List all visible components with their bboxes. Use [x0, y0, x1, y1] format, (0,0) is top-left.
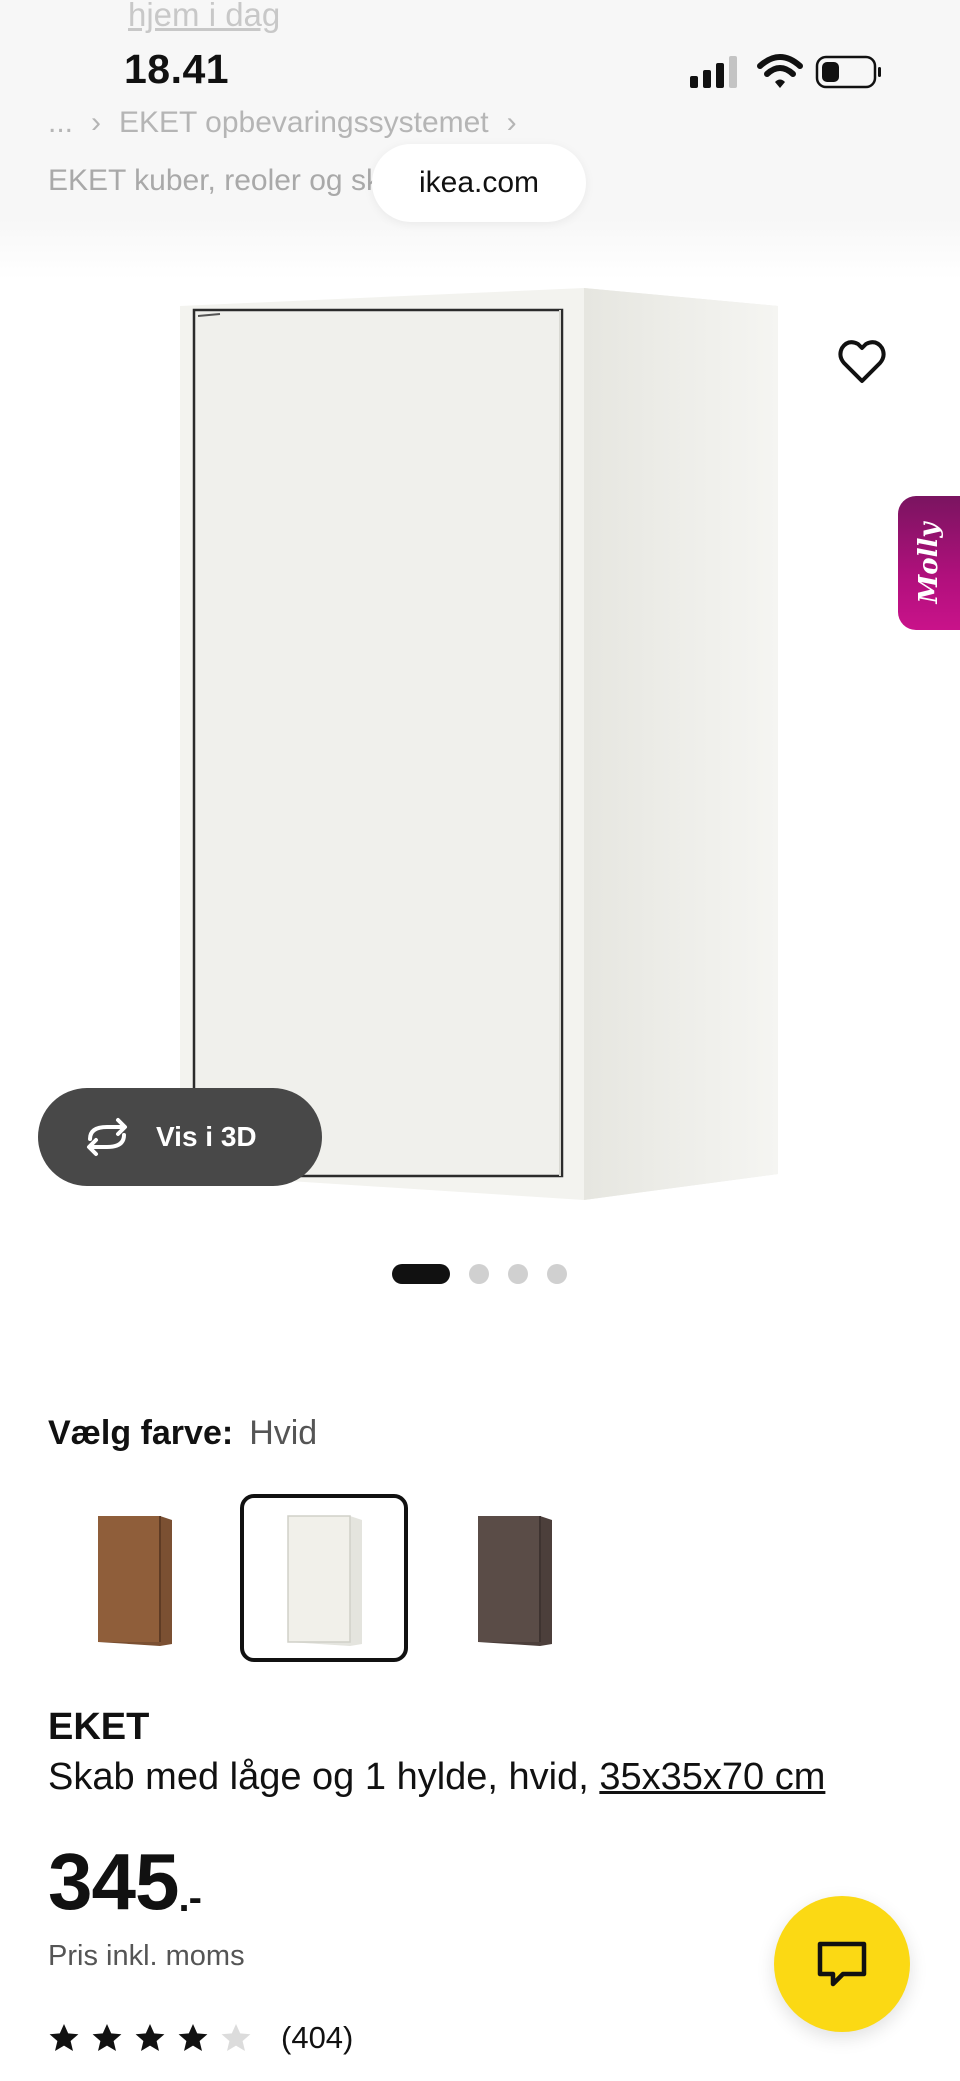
molly-label: Molly	[914, 522, 944, 604]
view-in-3d-button[interactable]: Vis i 3D	[38, 1088, 322, 1186]
chat-bubble-icon	[817, 1941, 867, 1987]
cellular-signal-icon	[690, 56, 737, 88]
product-description: Skab med låge og 1 hylde, hvid, 35x35x70…	[48, 1756, 825, 1799]
dark-grey-cabinet-thumbnail	[478, 1516, 552, 1646]
star-filled-icon	[92, 2024, 122, 2051]
breadcrumb-row-1: ... › EKET opbevaringssystemet ›	[48, 106, 535, 140]
breadcrumb-row-2[interactable]: EKET kuber, reoler og sk	[48, 164, 381, 198]
status-bar-time: 18.41	[124, 46, 230, 92]
color-selector-heading: Vælg farve: Hvid	[48, 1414, 317, 1453]
breadcrumb-eket-system[interactable]: EKET opbevaringssystemet	[119, 106, 489, 139]
gallery-dot-2[interactable]	[469, 1264, 489, 1284]
address-bar-url: ikea.com	[418, 166, 540, 199]
star-empty-icon	[221, 2024, 251, 2051]
gallery-dot-3[interactable]	[508, 1264, 528, 1284]
chevron-right-icon: ›	[91, 106, 102, 139]
star-filled-icon	[178, 2024, 208, 2051]
breadcrumb-ellipsis[interactable]: ...	[48, 106, 73, 139]
previous-page-link[interactable]: hjem i dag	[128, 0, 280, 34]
selected-color-value: Hvid	[249, 1414, 318, 1452]
chat-button[interactable]	[774, 1896, 910, 2032]
product-brand: EKET	[48, 1706, 150, 1748]
star-filled-icon	[49, 2024, 79, 2051]
address-bar-pill[interactable]: ikea.com	[372, 144, 586, 222]
rotate-3d-icon	[87, 1118, 127, 1156]
price-value: 345	[48, 1837, 179, 1926]
price-note: Pris inkl. moms	[48, 1940, 245, 1972]
browser-header-background	[0, 0, 960, 280]
white-cabinet-thumbnail	[287, 1515, 362, 1646]
heart-icon[interactable]	[836, 336, 888, 388]
price-suffix: .-	[178, 1876, 201, 1920]
color-swatch-walnut[interactable]	[50, 1494, 218, 1662]
star-filled-icon	[135, 2024, 165, 2051]
product-rating[interactable]: (404)	[48, 2020, 353, 2056]
review-count: (404)	[281, 2020, 354, 2055]
battery-icon	[815, 55, 881, 89]
color-swatch-dark-grey[interactable]	[430, 1494, 598, 1662]
product-image[interactable]	[160, 270, 810, 1210]
molly-assistant-tab[interactable]: Molly	[898, 496, 960, 630]
product-price: 345.-	[48, 1836, 202, 1928]
product-description-text: Skab med låge og 1 hylde, hvid,	[48, 1756, 589, 1798]
product-dimensions-link[interactable]: 35x35x70 cm	[599, 1756, 825, 1798]
wifi-icon	[757, 54, 803, 88]
gallery-dot-1[interactable]	[392, 1264, 450, 1284]
view-in-3d-label: Vis i 3D	[156, 1121, 257, 1152]
color-selector-label: Vælg farve:	[48, 1414, 234, 1452]
color-swatch-white[interactable]	[240, 1494, 408, 1662]
gallery-dot-4[interactable]	[547, 1264, 567, 1284]
walnut-cabinet-thumbnail	[98, 1516, 172, 1646]
status-bar-icons	[690, 54, 881, 89]
chevron-right-icon: ›	[506, 106, 517, 139]
gallery-pagination	[392, 1264, 567, 1284]
